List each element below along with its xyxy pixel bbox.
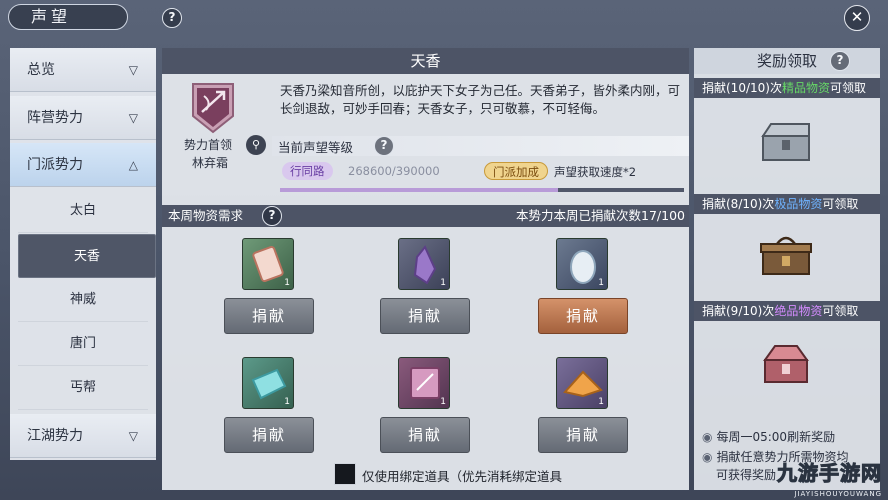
rewards-title-text: 奖励领取 [756,52,817,70]
chevron-down-icon: ▽ [128,429,138,443]
help-icon[interactable]: ? [262,206,282,226]
requirements-title: 本周物资需求 [168,208,244,223]
nav-category-label: 门派势力 [27,157,83,173]
watermark-logo: 九游手游网 JIAYISHOUYOUWANG [712,452,888,500]
nav-category-sect[interactable]: 门派势力 △ [10,143,156,187]
nav-subitem-shenwei[interactable]: 神威 [18,278,148,322]
reputation-progress-text: 268600/390000 [348,164,440,178]
reward-status: 可领取 [829,81,866,95]
sect-bonus-text: 声望获取速度*2 [554,165,637,179]
search-icon[interactable]: ⚲ [246,135,266,155]
orange-silk-icon[interactable]: 1 [556,357,608,409]
reward-quality: 绝品物资 [774,304,823,318]
nav-category-overview[interactable]: 总览 ▽ [10,48,156,92]
emblem-scroll-icon[interactable]: 1 [398,357,450,409]
faction-emblem-icon [192,83,234,134]
leader-name: 林弃霜 [192,156,229,170]
reputation-title: 当前声望等级 [278,140,354,155]
nav-subitem-taibai[interactable]: 太白 [18,189,148,233]
chevron-down-icon: ▽ [128,111,138,125]
cyan-cloth-icon[interactable]: 1 [242,357,294,409]
rewards-panel: 奖励领取 ? 捐献(10/10)次精品物资可领取 捐献(8/10)次极品物资可领… [694,48,880,490]
leader-label: 势力首领 [184,138,233,152]
nav-category-label: 总览 [27,62,55,78]
nav-subitem-tangmen[interactable]: 唐门 [18,322,148,366]
reward-progress: 捐献(8/10)次 [702,197,775,211]
watermark-text: 九游手游网 [777,461,882,486]
donate-button[interactable]: 捐献 [224,298,314,334]
reputation-progress-bar [280,188,684,192]
donate-button[interactable]: 捐献 [538,298,628,334]
nav-category-label: 江湖势力 [27,428,83,444]
scroll-item-icon[interactable]: 1 [242,238,294,290]
nav-category-jianghu[interactable]: 江湖势力 ▽ [10,414,156,458]
faction-name: 天香 [162,48,689,74]
donate-button[interactable]: 捐献 [538,417,628,453]
rank-badge: 行同路 [282,162,333,180]
bronze-chest-icon[interactable] [757,232,815,280]
nav-category-camp[interactable]: 阵营势力 ▽ [10,96,156,140]
reward-progress: 捐献(10/10)次 [702,81,782,95]
red-chest-icon[interactable] [757,340,815,388]
chevron-down-icon: ▽ [128,63,138,77]
faction-panel: 天香 势力首领 ⚲ 林弃霜 天香乃梁知音所创，以庇护天下女子为己任。天香弟子，皆… [162,48,689,490]
donate-button[interactable]: 捐献 [224,417,314,453]
sect-bonus-badge: 门派加成 [484,162,548,180]
donate-button[interactable]: 捐献 [380,417,470,453]
reward-status: 可领取 [822,197,859,211]
faction-description: 天香乃梁知音所创，以庇护天下女子为己任。天香弟子，皆外柔内刚，可长剑退敌，可妙手… [280,83,681,116]
reward-tier-2: 捐献(8/10)次极品物资可领取 [694,194,880,214]
nav-subitem-tianxiang[interactable]: 天香 [18,234,156,278]
nav-category-label: 阵营势力 [27,110,83,126]
reward-quality: 极品物资 [774,197,823,211]
close-button[interactable]: ✕ [844,5,870,31]
page-title: 声望 [8,4,128,30]
chevron-up-icon: △ [128,158,138,172]
donation-count: 本势力本周已捐献次数17/100 [516,208,685,223]
refresh-note: ◉ 每周一05:00刷新奖励 [702,430,836,444]
reward-tier-1: 捐献(10/10)次精品物资可领取 [694,78,880,98]
reputation-progress-fill [280,188,559,192]
reward-tier-3: 捐献(9/10)次绝品物资可领取 [694,301,880,321]
watermark-subtext: JIAYISHOUYOUWANG [794,490,882,498]
reward-progress: 捐献(9/10)次 [702,304,775,318]
sidebar-nav: 总览 ▽ 阵营势力 ▽ 门派势力 △ 太白 天香 神威 唐门 丐帮 江湖势力 ▽ [10,48,156,460]
rewards-title: 奖励领取 [694,48,880,74]
help-icon[interactable]: ? [374,136,394,156]
nav-subitem-gaibang[interactable]: 丐帮 [18,366,148,410]
donate-button[interactable]: 捐献 [380,298,470,334]
silver-chest-icon[interactable] [757,118,815,166]
bind-items-label: 仅使用绑定道具（优先消耗绑定道具 [362,469,563,484]
purple-crystal-icon[interactable]: 1 [398,238,450,290]
reward-quality: 精品物资 [781,81,830,95]
bind-items-checkbox[interactable] [334,463,356,485]
white-stone-icon[interactable]: 1 [556,238,608,290]
help-icon[interactable]: ? [830,51,850,71]
help-icon[interactable]: ? [162,8,182,28]
weekly-requirements-header: 本周物资需求 ? 本势力本周已捐献次数17/100 [162,205,689,227]
reward-status: 可领取 [822,304,859,318]
